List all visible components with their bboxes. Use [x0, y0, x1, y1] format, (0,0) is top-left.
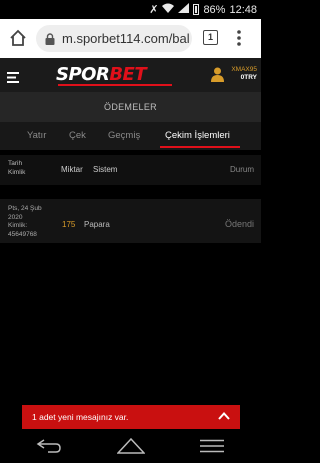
- new-message-toast[interactable]: 1 adet yeni mesajınız var.: [22, 405, 240, 429]
- row-amount: 175: [62, 220, 76, 229]
- chevron-up-icon[interactable]: [218, 411, 230, 421]
- header-date: Tarih Kimlik: [8, 159, 25, 177]
- table-row: Pts, 24 Şub 2020 Kimlik: 45649768 175 Pa…: [0, 199, 261, 243]
- more-vert-icon[interactable]: [237, 29, 241, 47]
- row-id: 45649768: [8, 230, 37, 238]
- row-status: Ödendi: [224, 219, 254, 229]
- table-header: Tarih Kimlik Miktar Sistem Durum: [0, 155, 261, 185]
- home-icon[interactable]: [8, 28, 28, 48]
- user-icon[interactable]: [211, 67, 224, 82]
- logo-text-bet: BET: [109, 64, 147, 85]
- row-date-line1: Pts, 24 Şub: [8, 205, 42, 212]
- status-icons: ✗ 86% 12:48: [149, 3, 257, 16]
- hamburger-menu-icon[interactable]: [7, 70, 19, 83]
- wifi-icon: [162, 3, 175, 16]
- status-bar: ✗ 86% 12:48: [0, 0, 261, 19]
- tab-deposit[interactable]: Yatır: [27, 130, 46, 141]
- browser-toolbar: m.sporbet114.com/bal 1: [0, 19, 261, 58]
- system-nav-bar: [0, 429, 261, 463]
- header-amount: Miktar: [61, 165, 83, 174]
- site-header: SPORBET XMAX95 0TRY: [0, 58, 261, 92]
- logo-text-spor: SPOR: [56, 64, 110, 85]
- row-date: Pts, 24 Şub 2020 Kimlik: 45649768: [8, 205, 42, 239]
- lock-icon: [45, 32, 55, 45]
- payment-tabs: Yatır Çek Geçmiş Çekim İşlemleri: [0, 122, 261, 150]
- toast-message: 1 adet yeni mesajınız var.: [32, 412, 129, 422]
- tab-withdrawals[interactable]: Çekim İşlemleri: [165, 130, 230, 141]
- header-date-label: Tarih: [8, 160, 23, 167]
- nav-back-icon[interactable]: [36, 439, 62, 453]
- logo-underline: [58, 84, 172, 86]
- battery-percent: 86%: [203, 3, 226, 16]
- tab-history[interactable]: Geçmiş: [108, 130, 140, 141]
- tab-withdraw[interactable]: Çek: [69, 130, 86, 141]
- page-title: ÖDEMELER: [0, 92, 261, 122]
- row-id-label: Kimlik:: [8, 222, 28, 229]
- balance: 0TRY: [240, 74, 257, 81]
- nav-home-icon[interactable]: [116, 437, 146, 454]
- active-tab-indicator: [160, 146, 240, 148]
- row-date-line2: 2020: [8, 213, 23, 221]
- tab-switcher-icon[interactable]: 1: [203, 30, 218, 45]
- signal-icon: [178, 3, 190, 16]
- clock: 12:48: [229, 3, 257, 16]
- header-system: Sistem: [93, 165, 118, 174]
- address-bar[interactable]: m.sporbet114.com/bal: [36, 25, 192, 52]
- user-account[interactable]: XMAX95 0TRY: [231, 66, 257, 82]
- mute-icon: ✗: [149, 4, 159, 16]
- header-status: Durum: [229, 165, 254, 174]
- url-text: m.sporbet114.com/bal: [62, 31, 190, 46]
- sporbet-logo[interactable]: SPORBET: [56, 64, 176, 86]
- row-system: Papara: [84, 220, 110, 229]
- username: XMAX95: [231, 66, 257, 73]
- nav-recents-icon[interactable]: [199, 439, 225, 453]
- header-id-label: Kimlik: [8, 169, 26, 176]
- battery-icon: [193, 4, 200, 15]
